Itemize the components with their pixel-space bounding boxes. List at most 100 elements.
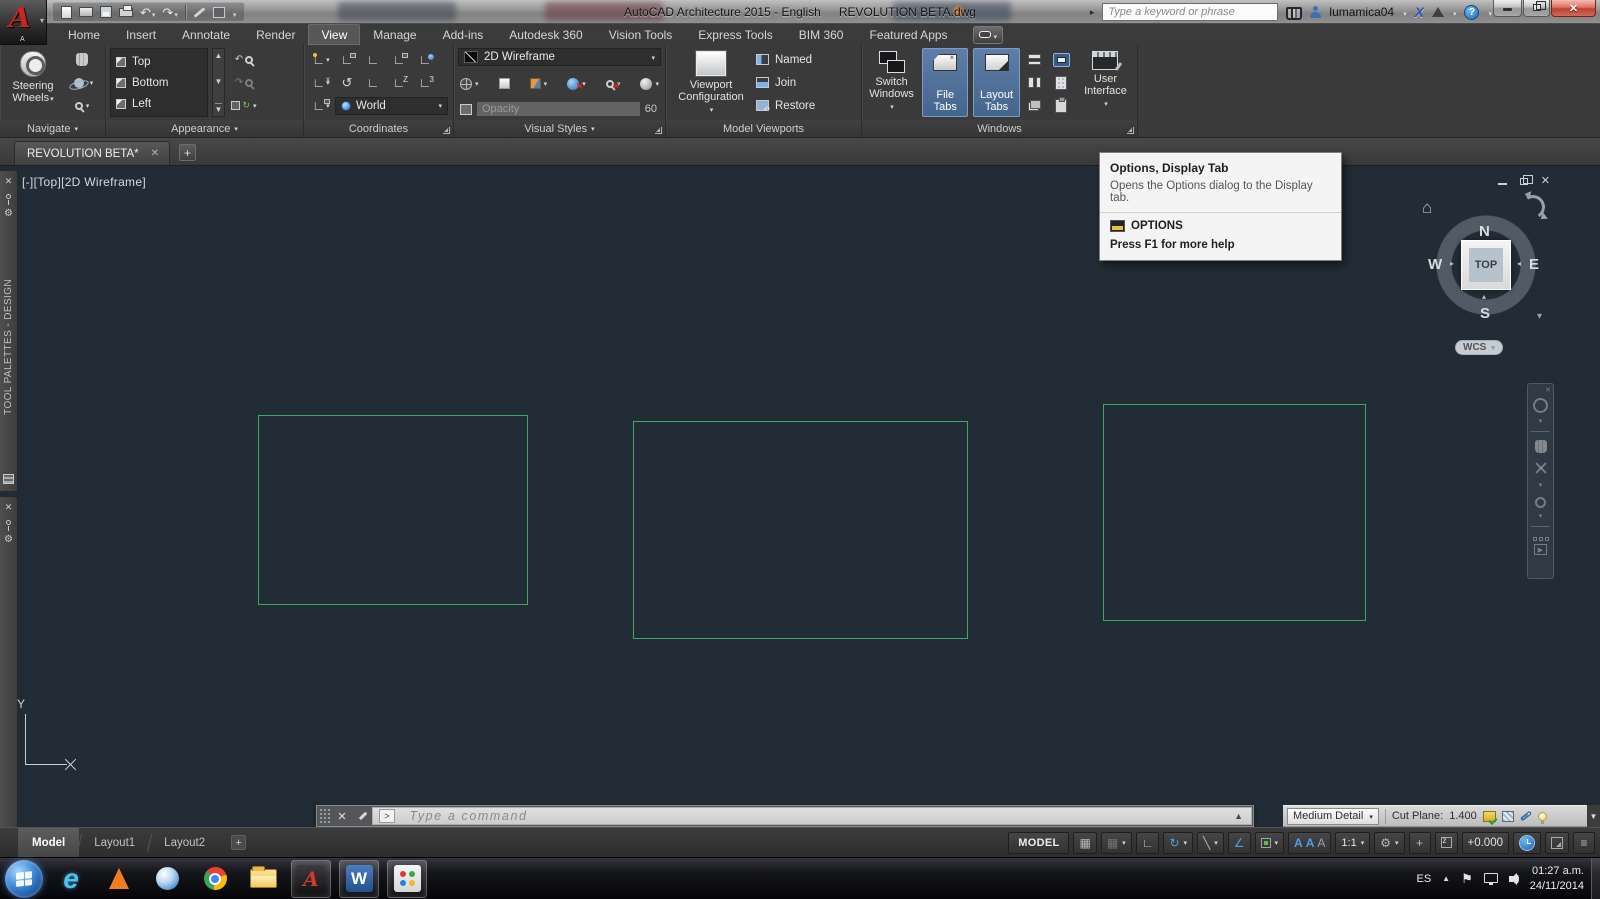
- ucs-settings-button[interactable]: ∟: [387, 51, 411, 69]
- scroll-down-icon[interactable]: ▼: [215, 77, 223, 86]
- plot-icon[interactable]: [119, 4, 133, 17]
- viewcube-menu-chevron-icon[interactable]: ▾: [1537, 311, 1542, 322]
- start-button[interactable]: [5, 859, 43, 898]
- isometric-drafting-button[interactable]: ╲: [1197, 831, 1224, 854]
- gear-icon[interactable]: ⚙: [4, 208, 13, 219]
- command-line-bar[interactable]: ✕ Type a command ▲: [316, 805, 1254, 827]
- orbit-button[interactable]: [66, 73, 98, 93]
- tab-manage[interactable]: Manage: [360, 24, 429, 45]
- recent-commands-chevron-icon[interactable]: [398, 807, 403, 825]
- panel-label-navigate[interactable]: Navigate: [0, 120, 105, 137]
- regen-button[interactable]: ↻: [229, 96, 259, 116]
- redo-icon[interactable]: ↷: [162, 6, 177, 19]
- tab-annotate[interactable]: Annotate: [169, 24, 243, 45]
- close-icon[interactable]: ✕: [5, 502, 13, 513]
- tab-render[interactable]: Render: [243, 24, 308, 45]
- match-properties-icon[interactable]: [193, 6, 206, 18]
- tab-view[interactable]: View: [308, 24, 361, 45]
- restore-icon[interactable]: [1519, 175, 1533, 185]
- viewport-controls-label[interactable]: [-][Top][2D Wireframe]: [22, 175, 146, 189]
- pan-button[interactable]: [66, 50, 98, 70]
- customization-menu-button[interactable]: ≡: [1573, 831, 1595, 854]
- isolate-objects-button[interactable]: [1434, 831, 1458, 854]
- restore-viewports-button[interactable]: Restore: [756, 96, 815, 115]
- globe-app-icon[interactable]: [147, 860, 187, 898]
- search-binoculars-icon[interactable]: [1286, 7, 1303, 20]
- zoom-next-button[interactable]: ↷: [229, 73, 259, 93]
- properties-palette-titlebar[interactable]: ✕ ⚙ PROPERTIES: [0, 496, 18, 827]
- graphics-app-icon[interactable]: [387, 859, 427, 898]
- zoom-extents-icon[interactable]: [1534, 461, 1548, 475]
- showmotion-frames-icon[interactable]: [1532, 537, 1549, 541]
- autohide-pin-icon[interactable]: [6, 520, 11, 531]
- tab-insert[interactable]: Insert: [113, 24, 169, 45]
- open-folder-icon[interactable]: [79, 7, 93, 17]
- close-icon[interactable]: ✕: [332, 806, 352, 826]
- surface-hatch-toggle-icon[interactable]: [1501, 810, 1514, 822]
- command-history-expand-icon[interactable]: ▲: [1234, 811, 1245, 821]
- sheet-set-icon[interactable]: [212, 6, 225, 18]
- switch-windows-button[interactable]: Switch Windows: [866, 48, 917, 117]
- navigation-bar[interactable]: ✕ ▾ ▾ ▾ ▶: [1527, 383, 1554, 579]
- hidden-icons-chevron-icon[interactable]: ▲: [1442, 874, 1450, 883]
- file-tab-active[interactable]: REVOLUTION BETA* ✕: [14, 141, 171, 165]
- panel-label-visual-styles[interactable]: Visual Styles: [454, 120, 665, 137]
- elevation-readout[interactable]: +0.000: [1461, 831, 1509, 854]
- tab-bim-360[interactable]: BIM 360: [786, 24, 857, 45]
- display-configuration-icon[interactable]: [1482, 810, 1496, 822]
- close-icon[interactable]: ✕: [1541, 176, 1550, 187]
- detail-level-dropdown[interactable]: Medium Detail: [1287, 807, 1379, 825]
- zoom-previous-button[interactable]: ↶: [229, 50, 259, 70]
- new-file-icon[interactable]: [61, 5, 72, 19]
- dialog-launcher-icon[interactable]: [443, 127, 450, 134]
- viewcube-face-label[interactable]: TOP: [1469, 248, 1503, 282]
- close-button[interactable]: ✕: [1551, 0, 1596, 17]
- viewcube-south[interactable]: S: [1480, 305, 1490, 322]
- calculator-button[interactable]: [1049, 73, 1073, 93]
- ucs-object-button[interactable]: ∟: [361, 74, 385, 92]
- drawing-canvas[interactable]: [-][Top][2D Wireframe] ✕ ⚙ TOOL PALETTES…: [0, 166, 1600, 827]
- file-explorer-icon[interactable]: [243, 860, 283, 898]
- tool-palettes-titlebar[interactable]: ✕ ⚙ TOOL PALETTES - DESIGN: [0, 170, 18, 492]
- tab-autodesk-360[interactable]: Autodesk 360: [496, 24, 595, 45]
- zoom-button[interactable]: [66, 96, 98, 116]
- network-monitor-icon[interactable]: [1483, 872, 1498, 885]
- workspace-switching-button[interactable]: ⚙: [1374, 831, 1405, 854]
- cascade-button[interactable]: [1025, 96, 1045, 116]
- face-color-mode-button[interactable]: [529, 74, 548, 94]
- steering-wheel-icon[interactable]: [1533, 398, 1548, 413]
- view-list-item-top[interactable]: Top: [116, 53, 202, 71]
- user-interface-button[interactable]: User Interface: [1078, 48, 1133, 117]
- ucs-world-button[interactable]: ∟: [413, 51, 437, 69]
- object-isolation-add-button[interactable]: +: [1408, 831, 1431, 854]
- cut-plane-value[interactable]: 1.400: [1449, 810, 1477, 822]
- close-icon[interactable]: ✕: [151, 148, 159, 159]
- steering-wheels-button[interactable]: Steering Wheels: [4, 48, 62, 117]
- model-space-button[interactable]: MODEL: [1008, 831, 1070, 854]
- viewcube-rotate-arrow-icon[interactable]: ▴: [1482, 292, 1486, 301]
- ucs-previous-button[interactable]: ↺: [335, 74, 359, 92]
- viewcube-roll-arrows-icon[interactable]: [1518, 192, 1548, 222]
- ucs-icon-display-button[interactable]: ∟: [309, 97, 333, 115]
- pan-hand-icon[interactable]: [1534, 440, 1547, 453]
- tile-horizontally-button[interactable]: [1025, 50, 1045, 70]
- action-center-flag-icon[interactable]: ⚑: [1461, 871, 1473, 887]
- taskbar-clock[interactable]: 01:27 a.m. 24/11/2014: [1530, 864, 1584, 894]
- user-menu-chevron-icon[interactable]: [1402, 3, 1407, 21]
- shadows-off-button[interactable]: ✕: [567, 74, 586, 94]
- qat-customize-icon[interactable]: [232, 6, 237, 19]
- tab-vision-tools[interactable]: Vision Tools: [596, 24, 686, 45]
- scroll-up-icon[interactable]: ▲: [215, 51, 223, 60]
- materials-button[interactable]: [640, 74, 659, 94]
- layer-key-overrides-icon[interactable]: [1519, 810, 1532, 822]
- view-list-item-bottom[interactable]: Bottom: [116, 74, 202, 92]
- undo-icon[interactable]: ↶: [140, 6, 155, 19]
- autocad-taskbar-icon[interactable]: A: [291, 859, 331, 898]
- tab-add-ins[interactable]: Add-ins: [430, 24, 497, 45]
- xray-mode-button[interactable]: [498, 74, 510, 94]
- drag-grip-handle[interactable]: [319, 808, 331, 824]
- word-taskbar-icon[interactable]: W: [339, 859, 379, 898]
- minimize-icon[interactable]: [1497, 182, 1507, 185]
- help-icon[interactable]: ?: [1464, 4, 1480, 20]
- minimize-button[interactable]: [1493, 0, 1522, 17]
